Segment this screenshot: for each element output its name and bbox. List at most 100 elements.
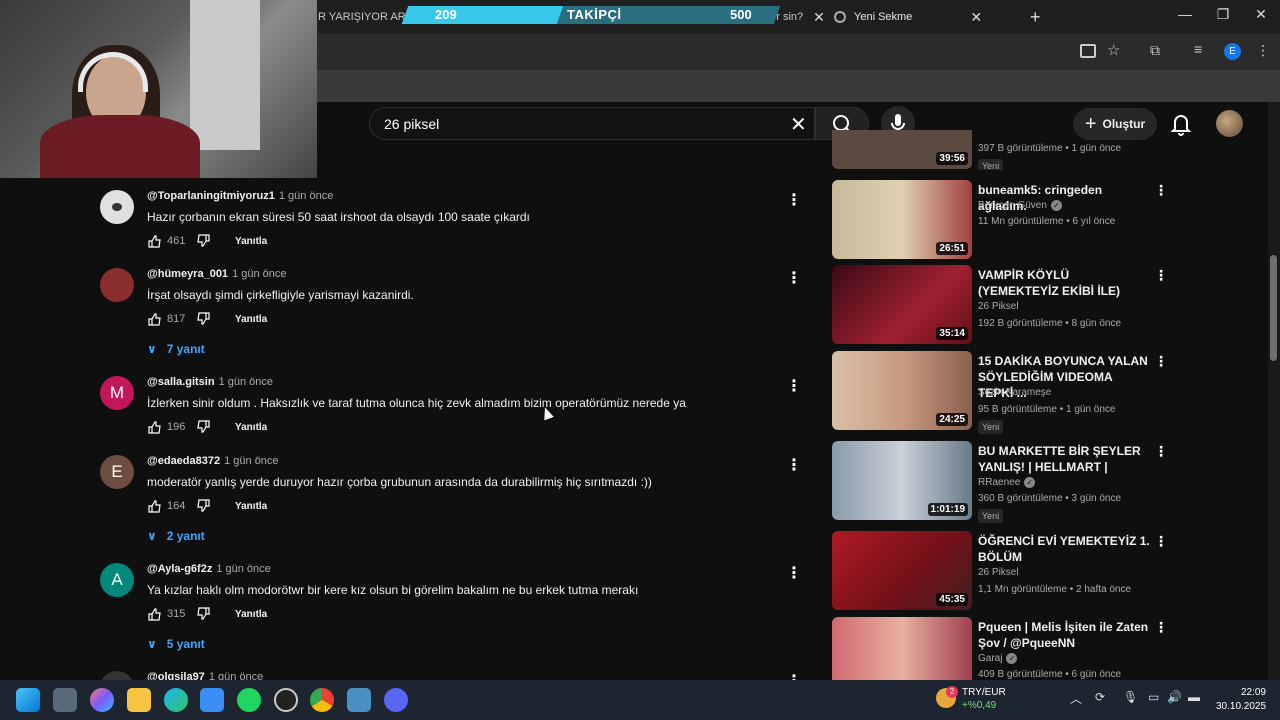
- video-title[interactable]: BU MARKETTE BİR ŞEYLER YANLIŞ! | HELLMAR…: [978, 443, 1150, 475]
- like-icon[interactable]: [147, 312, 161, 326]
- comment-author[interactable]: @edaeda8372 1 gün önce: [147, 455, 279, 467]
- app-icon[interactable]: [347, 688, 371, 712]
- reply-button[interactable]: Yanıtla: [235, 314, 267, 325]
- like-icon[interactable]: [147, 420, 161, 434]
- avatar[interactable]: M: [100, 376, 134, 410]
- comment-menu-icon[interactable]: ⋮: [786, 563, 802, 583]
- author-name[interactable]: @hümeyra_001: [147, 268, 228, 280]
- edge-icon[interactable]: [164, 688, 188, 712]
- comment-author[interactable]: @Toparlaningitmiyoruz1 1 gün önce: [147, 190, 333, 202]
- author-name[interactable]: @Ayla-g6f2z: [147, 563, 212, 575]
- network-icon[interactable]: ▭: [1148, 690, 1159, 704]
- reply-button[interactable]: Yanıtla: [235, 501, 267, 512]
- video-menu-icon[interactable]: ⋮: [1154, 267, 1168, 284]
- recommendation-item[interactable]: 24:25 15 DAKİKA BOYUNCA YALAN SÖYLEDİĞİM…: [832, 351, 1172, 434]
- bookmark-star-icon[interactable]: ☆: [1107, 41, 1120, 59]
- video-title[interactable]: Pqueen | Melis İşiten ile Zaten Şov / @P…: [978, 619, 1150, 651]
- install-app-icon[interactable]: [1080, 44, 1096, 58]
- like-icon[interactable]: [147, 234, 161, 248]
- channel-name[interactable]: 26 Piksel: [978, 567, 1019, 578]
- dislike-icon[interactable]: [197, 234, 211, 248]
- author-name[interactable]: @edaeda8372: [147, 455, 220, 467]
- comment-menu-icon[interactable]: ⋮: [786, 190, 802, 210]
- comment-menu-icon[interactable]: ⋮: [786, 376, 802, 396]
- close-icon[interactable]: ✕: [813, 9, 825, 26]
- profile-avatar[interactable]: E: [1224, 43, 1241, 60]
- comment-time[interactable]: 1 gün önce: [232, 268, 286, 280]
- comment-time[interactable]: 1 gün önce: [224, 455, 278, 467]
- show-replies-button[interactable]: ∨ 5 yanıt: [147, 637, 205, 651]
- account-avatar[interactable]: [1216, 110, 1243, 137]
- comment-time[interactable]: 1 gün önce: [216, 563, 270, 575]
- steam-icon[interactable]: [274, 688, 298, 712]
- recommendation-item[interactable]: 35:14 VAMPİR KÖYLÜ (YEMEKTEYİZ EKİBİ İLE…: [832, 265, 1172, 345]
- show-replies-button[interactable]: ∨ 7 yanıt: [147, 342, 205, 356]
- browser-menu-icon[interactable]: ⋮: [1256, 42, 1270, 59]
- video-menu-icon[interactable]: ⋮: [1154, 182, 1168, 199]
- comment-menu-icon[interactable]: ⋮: [786, 455, 802, 475]
- avatar[interactable]: A: [100, 563, 134, 597]
- store-icon[interactable]: [200, 688, 224, 712]
- recommendation-item[interactable]: 1:01:19 BU MARKETTE BİR ŞEYLER YANLIŞ! |…: [832, 441, 1172, 523]
- new-tab-button[interactable]: +: [1030, 0, 1041, 34]
- comment-time[interactable]: 1 gün önce: [279, 190, 333, 202]
- windows-icon[interactable]: [16, 688, 40, 712]
- comment-time[interactable]: 1 gün önce: [219, 376, 273, 388]
- video-menu-icon[interactable]: ⋮: [1154, 443, 1168, 460]
- video-title[interactable]: ÖĞRENCİ EVİ YEMEKTEYİZ 1. BÖLÜM: [978, 533, 1150, 565]
- like-icon[interactable]: [147, 499, 161, 513]
- sync-icon[interactable]: ⟳: [1095, 690, 1105, 704]
- chrome-icon[interactable]: [310, 688, 334, 712]
- copilot-icon[interactable]: [90, 688, 114, 712]
- search-input[interactable]: 26 piksel: [369, 107, 815, 140]
- channel-name[interactable]: Garaj ✓: [978, 653, 1018, 664]
- video-thumbnail[interactable]: 1:01:19: [832, 441, 972, 520]
- show-replies-button[interactable]: ∨ 2 yanıt: [147, 529, 205, 543]
- page-scrollbar[interactable]: [1268, 102, 1280, 680]
- video-thumbnail[interactable]: 45:35: [832, 531, 972, 610]
- author-name[interactable]: @olgsila97: [147, 671, 205, 680]
- comment-menu-icon[interactable]: ⋮: [786, 671, 802, 680]
- system-clock[interactable]: 22:09 30.10.2025: [1216, 686, 1266, 714]
- battery-icon[interactable]: ▬: [1188, 690, 1200, 704]
- comment-menu-icon[interactable]: ⋮: [786, 268, 802, 288]
- discord-icon[interactable]: [384, 688, 408, 712]
- scrollbar-thumb[interactable]: [1270, 255, 1277, 361]
- avatar[interactable]: [100, 671, 134, 680]
- extensions-icon[interactable]: ⧉: [1150, 42, 1160, 59]
- close-icon[interactable]: ✕: [970, 9, 982, 26]
- reply-button[interactable]: Yanıtla: [235, 609, 267, 620]
- dislike-icon[interactable]: [197, 607, 211, 621]
- like-icon[interactable]: [147, 607, 161, 621]
- author-name[interactable]: @Toparlaningitmiyoruz1: [147, 190, 275, 202]
- dislike-icon[interactable]: [197, 499, 211, 513]
- window-close-icon[interactable]: ✕: [1242, 6, 1280, 23]
- channel-name[interactable]: Sezin Karameşe: [978, 387, 1051, 398]
- video-thumbnail[interactable]: 35:14: [832, 265, 972, 344]
- video-menu-icon[interactable]: ⋮: [1154, 619, 1168, 636]
- video-thumbnail[interactable]: 26:51: [832, 180, 972, 259]
- avatar[interactable]: [100, 268, 134, 302]
- task-view-icon[interactable]: [53, 688, 77, 712]
- minimize-icon[interactable]: —: [1166, 6, 1204, 22]
- video-thumbnail[interactable]: 24:25: [832, 351, 972, 430]
- video-thumbnail[interactable]: 39:56: [832, 130, 972, 169]
- volume-icon[interactable]: 🔊: [1167, 690, 1182, 704]
- dislike-icon[interactable]: [197, 420, 211, 434]
- dislike-icon[interactable]: [197, 312, 211, 326]
- recommendation-item[interactable]: 39:56 397 B görüntüleme • 1 gün önce Yen…: [832, 130, 1172, 170]
- file-explorer-icon[interactable]: [127, 688, 151, 712]
- channel-name[interactable]: Berkcan Güven ✓: [978, 200, 1062, 211]
- media-controls-icon[interactable]: ≡: [1194, 41, 1202, 57]
- video-title[interactable]: VAMPİR KÖYLÜ (YEMEKTEYİZ EKİBİ İLE): [978, 267, 1150, 299]
- avatar[interactable]: [100, 190, 134, 224]
- clear-search-icon[interactable]: ✕: [790, 112, 807, 137]
- comment-author[interactable]: @Ayla-g6f2z 1 gün önce: [147, 563, 271, 575]
- comment-author[interactable]: @salla.gitsin 1 gün önce: [147, 376, 273, 388]
- currency-widget[interactable]: TRY/EUR +%0,49: [962, 686, 1006, 712]
- video-thumbnail[interactable]: [832, 617, 972, 680]
- tab-new[interactable]: Yeni Sekme ✕: [834, 0, 982, 34]
- reply-button[interactable]: Yanıtla: [235, 422, 267, 433]
- comment-author[interactable]: @hümeyra_001 1 gün önce: [147, 268, 287, 280]
- recommendation-item[interactable]: 45:35 ÖĞRENCİ EVİ YEMEKTEYİZ 1. BÖLÜM 26…: [832, 531, 1172, 611]
